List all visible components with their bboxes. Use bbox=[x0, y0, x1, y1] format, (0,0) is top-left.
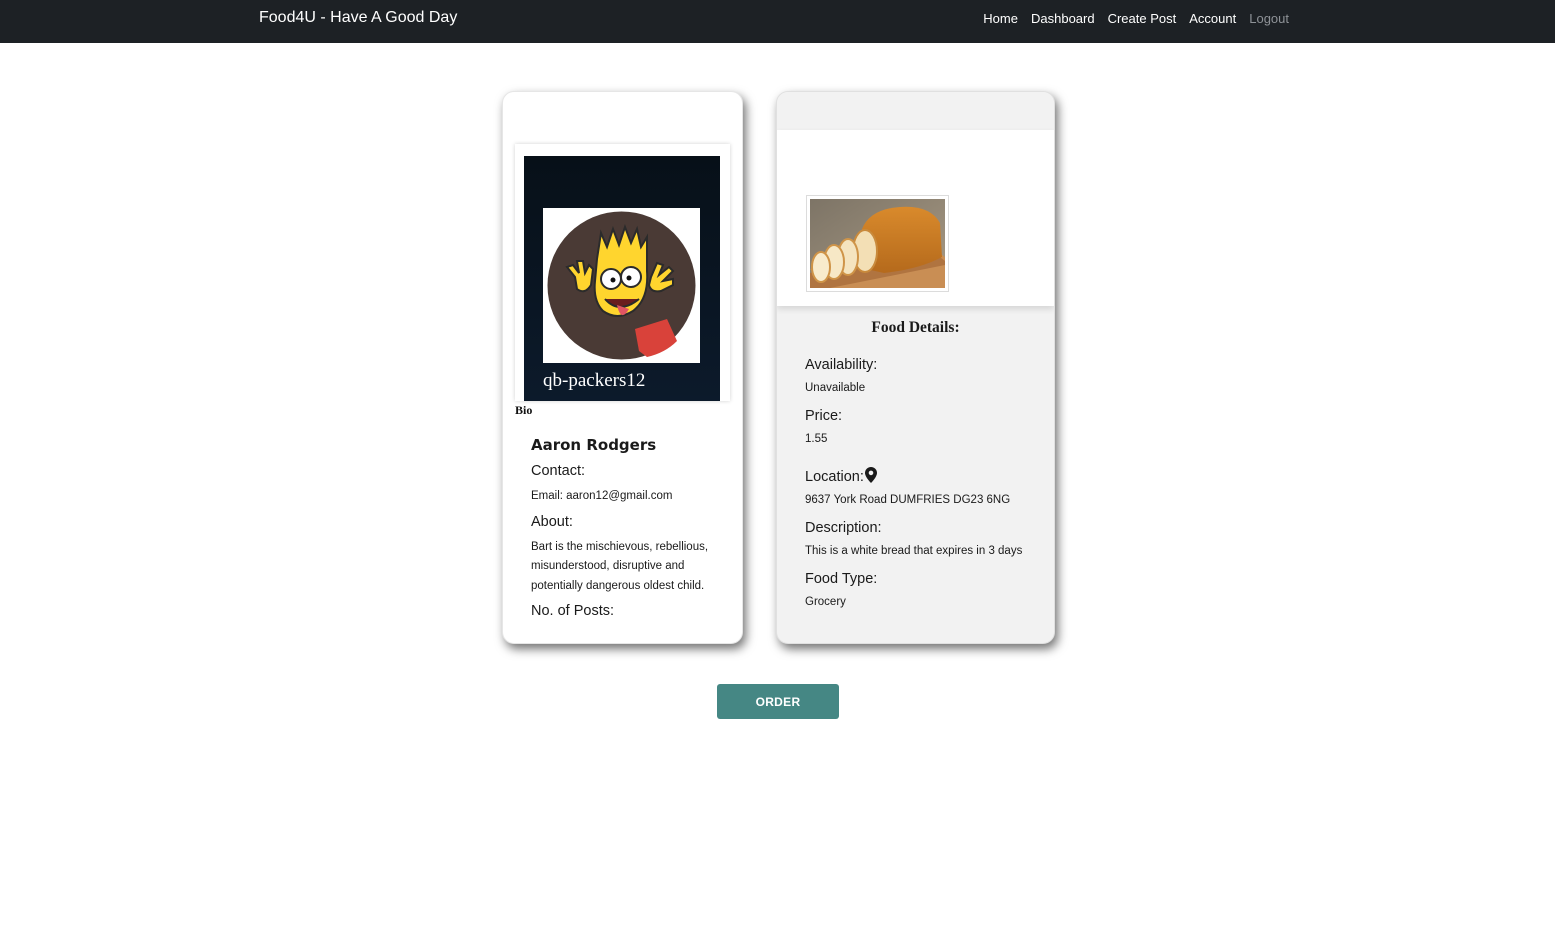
location-label: Location: bbox=[805, 469, 864, 485]
nav-create-post-link[interactable]: Create Post bbox=[1108, 11, 1177, 26]
availability-value: Unavailable bbox=[805, 382, 866, 394]
map-pin-icon bbox=[864, 467, 877, 483]
location-heading: Location: bbox=[805, 467, 1045, 485]
avatar bbox=[543, 208, 700, 363]
food-info: Availability: Unavailable Price: 1.55 Lo… bbox=[805, 357, 1045, 622]
food-thumbnail[interactable] bbox=[806, 195, 949, 292]
food-details-title: Food Details: bbox=[871, 319, 960, 336]
posts-count-heading: No. of Posts: bbox=[531, 603, 615, 619]
cartoon-avatar-image bbox=[547, 211, 696, 360]
description-value: This is a white bread that expires in 3 … bbox=[805, 545, 1023, 557]
bread-loaf-image bbox=[810, 199, 945, 288]
nav-logout-link[interactable]: Logout bbox=[1249, 11, 1289, 26]
username-label: qb-packers12 bbox=[543, 370, 646, 391]
brand-link[interactable]: Food4U - Have A Good Day bbox=[259, 9, 457, 27]
location-value: 9637 York Road DUMFRIES DG23 6NG bbox=[805, 494, 1011, 506]
contact-heading: Contact: bbox=[531, 463, 585, 479]
food-type-value: Grocery bbox=[805, 596, 846, 608]
about-text: Bart is the mischievous, rebellious, mis… bbox=[531, 540, 709, 592]
food-image-panel bbox=[777, 130, 1054, 306]
nav-links: Home Dashboard Create Post Account Logou… bbox=[983, 11, 1289, 26]
profile-card: qb-packers12 Bio Aaron Rodgers Contact: … bbox=[502, 91, 743, 644]
price-value: 1.55 bbox=[805, 433, 828, 445]
profile-picture-frame: qb-packers12 bbox=[515, 144, 730, 401]
nav-home-link[interactable]: Home bbox=[983, 11, 1018, 26]
availability-heading: Availability: bbox=[805, 357, 878, 373]
contact-email: Email: aaron12@gmail.com bbox=[531, 490, 673, 502]
nav-dashboard-link[interactable]: Dashboard bbox=[1031, 11, 1095, 26]
profile-name: Aaron Rodgers bbox=[531, 436, 657, 454]
profile-banner: qb-packers12 bbox=[524, 156, 720, 401]
nav-account-link[interactable]: Account bbox=[1189, 11, 1236, 26]
order-button[interactable]: ORDER bbox=[717, 684, 839, 719]
description-heading: Description: bbox=[805, 520, 882, 536]
bio-label: Bio bbox=[515, 403, 533, 417]
food-type-heading: Food Type: bbox=[805, 571, 878, 587]
top-navbar: Food4U - Have A Good Day Home Dashboard … bbox=[0, 0, 1555, 43]
profile-info: Aaron Rodgers Contact: Email: aaron12@gm… bbox=[531, 436, 721, 627]
food-card: Food Details: Availability: Unavailable … bbox=[776, 91, 1055, 644]
about-heading: About: bbox=[531, 513, 573, 530]
food-card-header bbox=[777, 92, 1054, 130]
price-heading: Price: bbox=[805, 408, 843, 424]
